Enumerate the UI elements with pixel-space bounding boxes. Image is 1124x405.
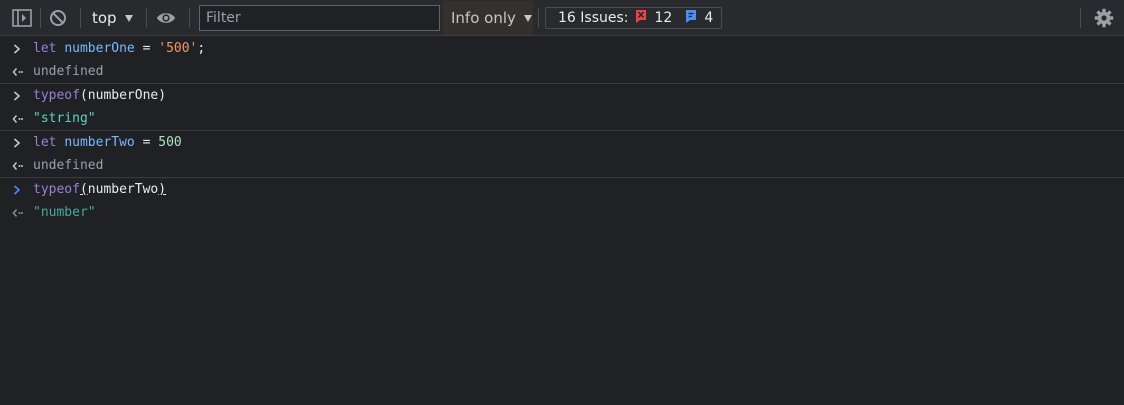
code-paren-close: ) [158,88,167,103]
log-levels-label: Info only [451,9,516,27]
code-keyword: let [33,41,57,56]
prompt-chevron-icon [10,37,24,60]
info-issue-icon [684,9,698,27]
prompt-chevron-icon [10,131,24,154]
toolbar-divider [146,8,147,28]
chevron-down-icon [523,15,532,22]
filter-input[interactable] [199,5,440,31]
code-operator: = [134,41,159,56]
log-levels-dropdown[interactable]: Info only [443,1,533,35]
result-arrow-icon [10,60,24,83]
code-number-value: 500 [158,135,182,150]
code-keyword: typeof [33,88,80,103]
result-arrow-icon [10,154,24,177]
prompt-chevron-icon [10,178,24,201]
info-issue-count: 4 [704,10,714,26]
console-prompt-row[interactable]: typeof(numberTwo) [0,178,1124,201]
context-label: top [92,9,117,27]
toolbar-divider [1080,8,1081,28]
sidebar-toggle-icon[interactable] [12,8,32,28]
console-toolbar: top Info only 16 Issues: 12 [0,0,1124,36]
code-semicolon: ; [197,41,206,56]
context-selector[interactable]: top [86,5,139,31]
toolbar-divider [538,8,539,28]
code-keyword: typeof [33,182,80,197]
console-result-row: "string" [0,107,1124,130]
code-paren-close: ) [158,182,167,197]
eager-eval-value: "number" [33,205,96,220]
gear-icon[interactable] [1093,7,1115,29]
toolbar-divider [40,8,41,28]
code-argument: numberOne [87,88,159,103]
result-value: undefined [33,158,104,173]
live-expression-eye-icon[interactable] [156,8,176,28]
prompt-chevron-icon [10,84,24,107]
error-issue-icon [634,9,648,27]
result-arrow-icon [10,201,24,224]
toolbar-divider [189,8,190,28]
code-keyword: let [33,135,57,150]
result-value: "string" [33,111,96,126]
code-variable: numberTwo [64,135,135,150]
code-variable: numberOne [64,41,135,56]
result-arrow-icon [10,107,24,130]
console-result-row: undefined [0,60,1124,83]
chevron-down-icon [124,15,133,22]
issues-label: 16 Issues: [558,10,629,26]
issues-counter-button[interactable]: 16 Issues: 12 4 [545,7,723,29]
toolbar-divider [80,8,81,28]
console-input-row[interactable]: let numberOne = '500'; [0,37,1124,60]
console-input-row[interactable]: typeof(numberOne) [0,84,1124,107]
result-value: undefined [33,64,104,79]
error-issue-count: 12 [654,10,673,26]
console-input-row[interactable]: let numberTwo = 500 [0,131,1124,154]
eager-eval-row: "number" [0,201,1124,224]
console-result-row: undefined [0,154,1124,177]
console-messages: let numberOne = '500'; undefined typeof(… [0,37,1124,224]
clear-console-icon[interactable] [48,8,68,28]
code-argument: numberTwo [87,182,159,197]
code-paren-open: ( [79,88,88,103]
code-paren-open: ( [79,182,88,197]
code-operator: = [134,135,159,150]
code-string-value: '500' [158,41,198,56]
